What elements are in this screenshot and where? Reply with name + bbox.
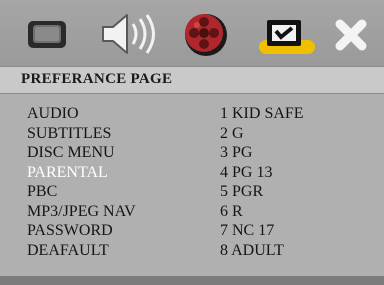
preference-menu: AUDIO SUBTITLES DISC MENU PARENTAL PBC M… [0,94,384,276]
setup-menu-screen: PREFERANCE PAGE AUDIO SUBTITLES DISC MEN… [0,0,384,285]
option-g[interactable]: 2 G [220,124,370,144]
general-setup-icon[interactable] [22,10,80,58]
menu-item-pbc[interactable]: PBC [27,182,217,202]
option-pgr[interactable]: 5 PGR [220,182,370,202]
page-title: PREFERANCE PAGE [21,71,173,87]
preference-check-icon[interactable] [256,10,315,58]
menu-item-audio[interactable]: AUDIO [27,104,217,124]
option-nc-17[interactable]: 7 NC 17 [220,221,370,241]
menu-items-column: AUDIO SUBTITLES DISC MENU PARENTAL PBC M… [27,104,217,260]
page-header: PREFERANCE PAGE [0,66,384,94]
menu-item-disc-menu[interactable]: DISC MENU [27,143,217,163]
menu-item-password[interactable]: PASSWORD [27,221,217,241]
option-pg[interactable]: 3 PG [220,143,370,163]
exit-close-icon[interactable] [328,10,384,58]
option-kid-safe[interactable]: 1 KID SAFE [220,104,370,124]
menu-item-mp3-jpeg-nav[interactable]: MP3/JPEG NAV [27,202,217,222]
video-reel-icon[interactable] [178,10,236,58]
option-pg-13[interactable]: 4 PG 13 [220,163,370,183]
category-icon-bar [0,0,384,66]
audio-speaker-icon[interactable] [98,10,156,58]
option-r[interactable]: 6 R [220,202,370,222]
option-adult[interactable]: 8 ADULT [220,241,370,261]
bottom-bar [0,276,384,285]
menu-item-parental[interactable]: PARENTAL [27,163,217,183]
menu-item-default[interactable]: DEAFAULT [27,241,217,261]
menu-item-subtitles[interactable]: SUBTITLES [27,124,217,144]
parental-options-column: 1 KID SAFE 2 G 3 PG 4 PG 13 5 PGR 6 R 7 … [220,104,370,260]
